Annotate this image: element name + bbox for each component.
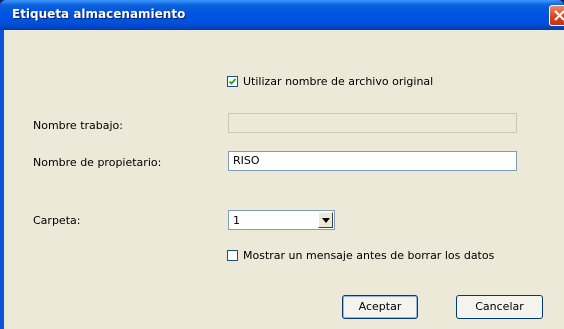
dialog-title: Etiqueta almacenamiento xyxy=(12,7,186,21)
job-name-field[interactable] xyxy=(228,113,517,133)
owner-name-field[interactable]: RISO xyxy=(228,151,517,171)
dialog-body: Utilizar nombre de archivo original Nomb… xyxy=(4,30,564,329)
title-bar[interactable]: Etiqueta almacenamiento xyxy=(0,0,564,30)
use-original-filename-row[interactable]: Utilizar nombre de archivo original xyxy=(227,75,433,88)
cancel-button[interactable]: Cancelar xyxy=(456,295,543,319)
folder-select[interactable]: 1 xyxy=(228,210,335,230)
dialog-window: Etiqueta almacenamiento Utilizar nombre … xyxy=(0,0,564,329)
close-button[interactable] xyxy=(549,5,564,26)
confirm-delete-checkbox[interactable] xyxy=(227,250,238,261)
checkmark-icon xyxy=(228,78,237,85)
confirm-delete-row[interactable]: Mostrar un mensaje antes de borrar los d… xyxy=(227,249,494,262)
accept-button[interactable]: Aceptar xyxy=(342,295,418,319)
folder-dropdown-button[interactable] xyxy=(318,212,333,228)
chevron-down-icon xyxy=(322,218,330,223)
use-original-filename-label: Utilizar nombre de archivo original xyxy=(243,75,434,88)
use-original-filename-checkbox[interactable] xyxy=(227,76,238,87)
owner-name-label: Nombre de propietario: xyxy=(33,156,162,169)
folder-label: Carpeta: xyxy=(33,214,81,227)
folder-selected-value: 1 xyxy=(233,214,240,227)
job-name-label: Nombre trabajo: xyxy=(33,119,123,132)
confirm-delete-label: Mostrar un mensaje antes de borrar los d… xyxy=(243,249,495,262)
